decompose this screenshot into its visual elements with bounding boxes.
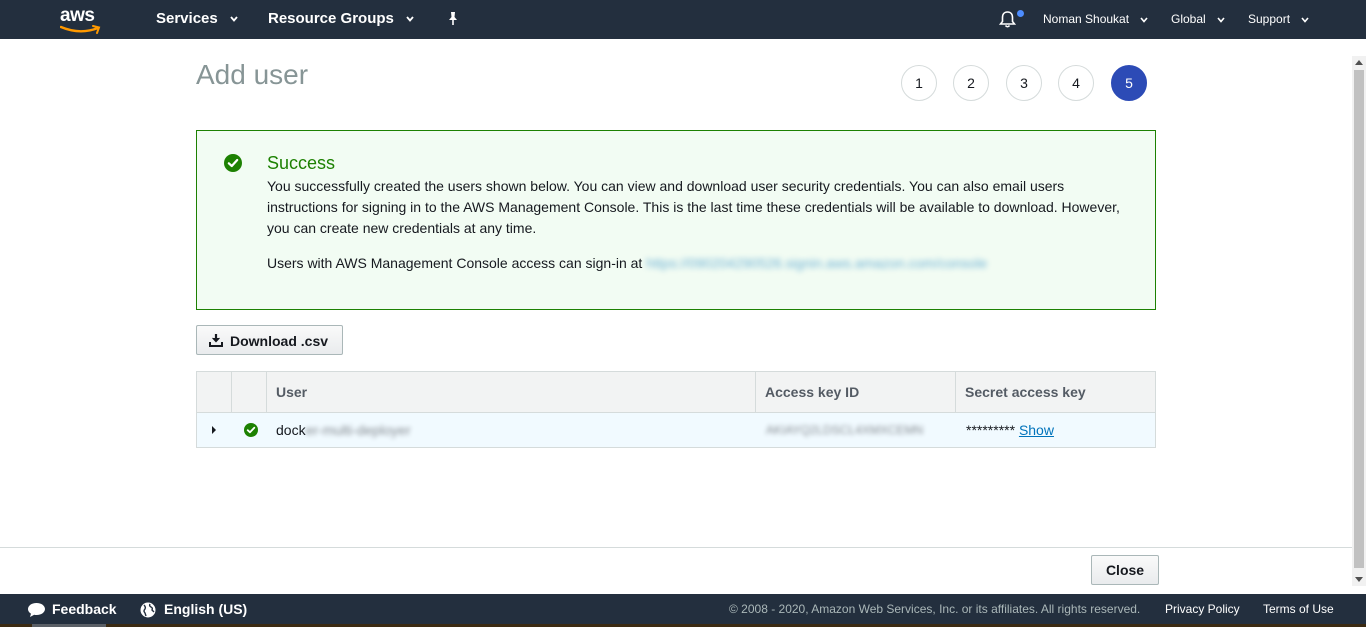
chevron-down-icon — [1217, 17, 1225, 23]
aws-logo-text: aws — [60, 5, 95, 26]
support-menu[interactable]: Support — [1248, 0, 1309, 39]
user-menu[interactable]: Noman Shoukat — [1043, 0, 1149, 39]
scroll-thumb[interactable] — [1354, 70, 1364, 568]
privacy-policy-link[interactable]: Privacy Policy — [1165, 594, 1240, 624]
step-5[interactable]: 5 — [1111, 65, 1147, 101]
success-message: You successfully created the users shown… — [267, 178, 1120, 236]
chevron-down-icon — [1301, 17, 1309, 23]
table-header: User Access key ID Secret access key — [196, 371, 1156, 413]
region-label: Global — [1171, 12, 1206, 26]
secret-key-cell: ********* Show — [966, 413, 1054, 447]
secret-masked: ********* — [966, 422, 1016, 438]
header-status-col — [232, 372, 267, 412]
access-key-cell: AKIAYQ2LDSCL4XMXCEMN — [766, 423, 924, 437]
services-menu[interactable]: Services — [156, 0, 238, 39]
page-title: Add user — [196, 59, 309, 90]
user-name: Noman Shoukat — [1043, 12, 1130, 26]
chevron-down-icon — [230, 16, 238, 22]
expand-caret-icon[interactable] — [211, 425, 217, 435]
step-1[interactable]: 1 — [901, 65, 937, 101]
header-secret-key[interactable]: Secret access key — [956, 372, 1155, 412]
resource-groups-label: Resource Groups — [268, 10, 394, 27]
chevron-down-icon — [406, 16, 414, 22]
footer-divider — [0, 547, 1352, 548]
pin-icon[interactable] — [446, 11, 460, 27]
chevron-down-icon — [1140, 17, 1149, 23]
user-cell: docker-multi-deployer — [276, 413, 411, 447]
header-expand-col — [197, 372, 232, 412]
top-nav: aws Services Resource Groups Noman Shouk… — [0, 0, 1366, 39]
status-success-icon — [244, 423, 258, 437]
download-csv-label: Download .csv — [230, 333, 329, 349]
signin-url-link[interactable]: https://090204290526.signin.aws.amazon.c… — [646, 255, 987, 271]
feedback-label: Feedback — [52, 601, 117, 617]
user-name-blurred: er-multi-deployer — [305, 422, 411, 438]
step-3[interactable]: 3 — [1006, 65, 1042, 101]
copyright-text: © 2008 - 2020, Amazon Web Services, Inc.… — [729, 602, 1141, 616]
support-label: Support — [1248, 12, 1291, 26]
show-secret-link[interactable]: Show — [1019, 422, 1054, 438]
notification-dot — [1017, 10, 1024, 17]
success-alert: Success You successfully created the use… — [196, 130, 1156, 310]
region-menu[interactable]: Global — [1171, 0, 1225, 39]
check-circle-icon — [224, 154, 242, 172]
language-selector[interactable]: English (US) — [140, 594, 247, 624]
feedback-link[interactable]: Feedback — [27, 594, 117, 624]
download-icon — [209, 334, 223, 347]
step-4[interactable]: 4 — [1058, 65, 1094, 101]
bell-icon[interactable] — [999, 10, 1016, 29]
table-row: docker-multi-deployer AKIAYQ2LDSCL4XMXCE… — [196, 413, 1156, 448]
aws-smile-icon — [60, 25, 101, 34]
signin-line: Users with AWS Management Console access… — [267, 255, 987, 271]
signin-prefix: Users with AWS Management Console access… — [267, 255, 643, 271]
globe-icon — [140, 602, 156, 618]
scroll-up-arrow[interactable] — [1355, 60, 1363, 65]
step-2[interactable]: 2 — [953, 65, 989, 101]
aws-logo[interactable]: aws — [60, 5, 104, 34]
close-button[interactable]: Close — [1091, 555, 1159, 585]
scrollbar[interactable] — [1352, 56, 1366, 586]
resource-groups-menu[interactable]: Resource Groups — [268, 0, 414, 39]
scroll-down-arrow[interactable] — [1355, 577, 1363, 582]
user-name-visible: dock — [276, 422, 306, 438]
download-csv-button[interactable]: Download .csv — [196, 325, 343, 355]
terms-of-use-link[interactable]: Terms of Use — [1263, 594, 1334, 624]
speech-bubble-icon — [28, 603, 45, 618]
success-title: Success — [267, 153, 336, 173]
console-footer: Feedback English (US) © 2008 - 2020, Ama… — [0, 594, 1366, 627]
services-label: Services — [156, 10, 218, 27]
header-user[interactable]: User — [267, 372, 756, 412]
language-label: English (US) — [164, 601, 248, 617]
header-access-key[interactable]: Access key ID — [756, 372, 956, 412]
